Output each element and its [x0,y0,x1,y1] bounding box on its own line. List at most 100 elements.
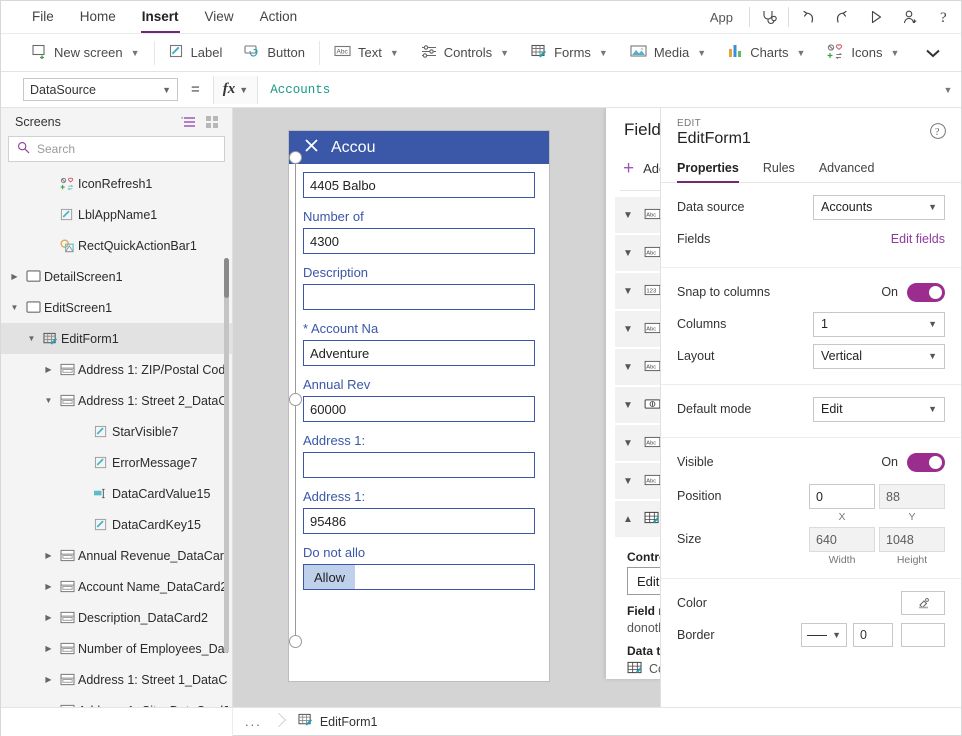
controls-button[interactable]: Controls ▼ [410,38,520,68]
ribbon-overflow-button[interactable] [916,47,950,59]
field-list-item[interactable]: ▼AbcAddress 1: ZIP/Postal Code [615,463,660,499]
forms-button[interactable]: Forms ▼ [520,38,619,68]
canvas-area[interactable]: Accou 4405 Balbo Number of 4300 Description… [233,108,660,707]
help-circle-icon[interactable]: ? [929,122,947,140]
tree-node[interactable]: DataCardValue15 [1,478,232,509]
formula-input[interactable]: Accounts [257,75,935,104]
menu-item-home[interactable]: Home [67,1,129,33]
border-color-swatch[interactable] [901,623,945,647]
field-list-item[interactable]: ▼AbcDescription [615,311,660,347]
form-field-optionset[interactable]: Allow [303,564,535,590]
breadcrumb-overflow[interactable]: ... [233,708,274,736]
chevron-down-icon[interactable]: ▼ [7,303,22,312]
field-list-item[interactable]: ▼Annual Revenue [615,387,660,423]
help-icon[interactable]: ? [927,1,961,33]
edit-form[interactable]: 4405 Balbo Number of 4300 Description * Acco… [289,172,549,590]
property-select[interactable]: DataSource ▼ [23,78,178,101]
new-screen-button[interactable]: New screen ▼ [21,38,151,68]
field-list-item[interactable]: ▼AbcAccount Name [615,349,660,385]
app-preview-screen[interactable]: Accou 4405 Balbo Number of 4300 Description… [289,131,549,681]
menu-item-action[interactable]: Action [247,1,311,33]
field-list-item[interactable]: ▼AbcAddress 1: Street 2 [615,425,660,461]
screens-tree-list[interactable]: IconRefresh1 LblAppName1 RectQuickActionBa… [1,168,232,707]
form-field-input[interactable]: 60000 [303,396,535,422]
chevron-right-icon[interactable]: ▶ [41,675,56,684]
tab-advanced[interactable]: Advanced [819,157,885,182]
tree-view-icon[interactable] [176,111,200,133]
stethoscope-icon[interactable] [752,1,786,33]
chevron-down-icon[interactable]: ▼ [24,334,39,343]
field-list-item[interactable]: ▼AbcAddress 1: Street 1 [615,235,660,271]
field-expanded-header[interactable]: ▲Do not allow Bulk Emails⋯ [615,501,660,537]
chevron-right-icon[interactable]: ▶ [41,613,56,622]
chevron-down-icon[interactable]: ▼ [623,362,636,373]
control-type-select[interactable]: Edit option set single-select▼ [627,567,660,595]
tree-node[interactable]: ▶ Address 1: City_DataCard2 [1,695,232,707]
tree-scrollbar-track[interactable] [224,258,229,653]
tree-node[interactable]: ▼ Address 1: Street 2_DataCar [1,385,232,416]
form-field-input[interactable]: 4300 [303,228,535,254]
chevron-right-icon[interactable]: ▶ [7,272,22,281]
tree-scrollbar-thumb[interactable] [224,258,229,298]
columns-select[interactable]: 1 ▼ [813,311,945,337]
form-field-input[interactable]: 95486 [303,508,535,534]
tree-node[interactable]: ErrorMessage7 [1,447,232,478]
text-button[interactable]: Abc Text ▼ [323,38,410,68]
size-width-input[interactable]: 640 [809,527,875,552]
form-field-input[interactable]: Adventure [303,340,535,366]
border-width-input[interactable]: 0 [853,623,893,647]
chevron-right-icon[interactable]: ▶ [41,644,56,653]
play-icon[interactable] [859,1,893,33]
tree-node[interactable]: LblAppName1 [1,199,232,230]
search-input[interactable]: Search [8,136,225,162]
tree-node[interactable]: ▶ DetailScreen1 [1,261,232,292]
selection-handle-bottom[interactable] [289,635,302,648]
tree-node[interactable]: DataCardKey15 [1,509,232,540]
data-source-select[interactable]: Accounts ▼ [813,194,945,220]
chevron-down-icon[interactable]: ▼ [623,438,636,449]
default-mode-select[interactable]: Edit ▼ [813,396,945,422]
size-height-input[interactable]: 1048 [879,527,945,552]
fields-list[interactable]: ▼AbcAddress 1: City▼AbcAddress 1: Street… [606,191,660,679]
form-field-input[interactable]: 4405 Balbo [303,172,535,198]
thumbnail-view-icon[interactable] [200,111,224,133]
chevron-down-icon[interactable]: ▼ [623,248,636,259]
chevron-right-icon[interactable]: ▶ [41,582,56,591]
form-field-input[interactable] [303,284,535,310]
chevron-down-icon[interactable]: ▼ [623,400,636,411]
charts-button[interactable]: Charts ▼ [717,38,816,68]
visible-toggle[interactable] [907,452,945,472]
chevron-down-icon[interactable]: ▼ [623,286,636,297]
edit-fields-link[interactable]: Edit fields [891,232,945,246]
chevron-down-icon[interactable]: ▼ [623,476,636,487]
menu-item-insert[interactable]: Insert [129,1,192,33]
tree-node[interactable]: ▶ Number of Employees_Data [1,633,232,664]
field-list-item[interactable]: ▼AbcAddress 1: City [615,197,660,233]
chevron-down-icon[interactable]: ▼ [623,210,636,221]
menu-item-view[interactable]: View [192,1,247,33]
icons-button[interactable]: Icons ▼ [816,38,910,68]
tree-node[interactable]: StarVisible7 [1,416,232,447]
media-button[interactable]: Media ▼ [619,38,717,68]
tree-node[interactable]: ▶ Description_DataCard2 [1,602,232,633]
layout-select[interactable]: Vertical ▼ [813,343,945,369]
fx-button[interactable]: fx ▼ [212,75,258,104]
field-list-item[interactable]: ▼123Number of Employees [615,273,660,309]
color-swatch-button[interactable] [901,591,945,615]
button-button[interactable]: Button [233,38,316,68]
tree-node[interactable]: ▶ Account Name_DataCard2 [1,571,232,602]
tab-properties[interactable]: Properties [677,157,749,183]
snap-to-columns-toggle[interactable] [907,282,945,302]
menu-item-file[interactable]: File [19,1,67,33]
undo-icon[interactable] [791,1,825,33]
tree-node[interactable]: RectQuickActionBar1 [1,230,232,261]
position-x-input[interactable]: 0 [809,484,875,509]
form-field-input[interactable] [303,452,535,478]
position-y-input[interactable]: 88 [879,484,945,509]
chevron-right-icon[interactable]: ▶ [41,706,56,707]
tree-node[interactable]: ▼ EditScreen1 [1,292,232,323]
app-label[interactable]: App [696,10,747,25]
chevron-right-icon[interactable]: ▶ [41,365,56,374]
tree-node[interactable]: ▶ Address 1: Street 1_DataCar [1,664,232,695]
tree-node[interactable]: ▼ EditForm1 [1,323,232,354]
